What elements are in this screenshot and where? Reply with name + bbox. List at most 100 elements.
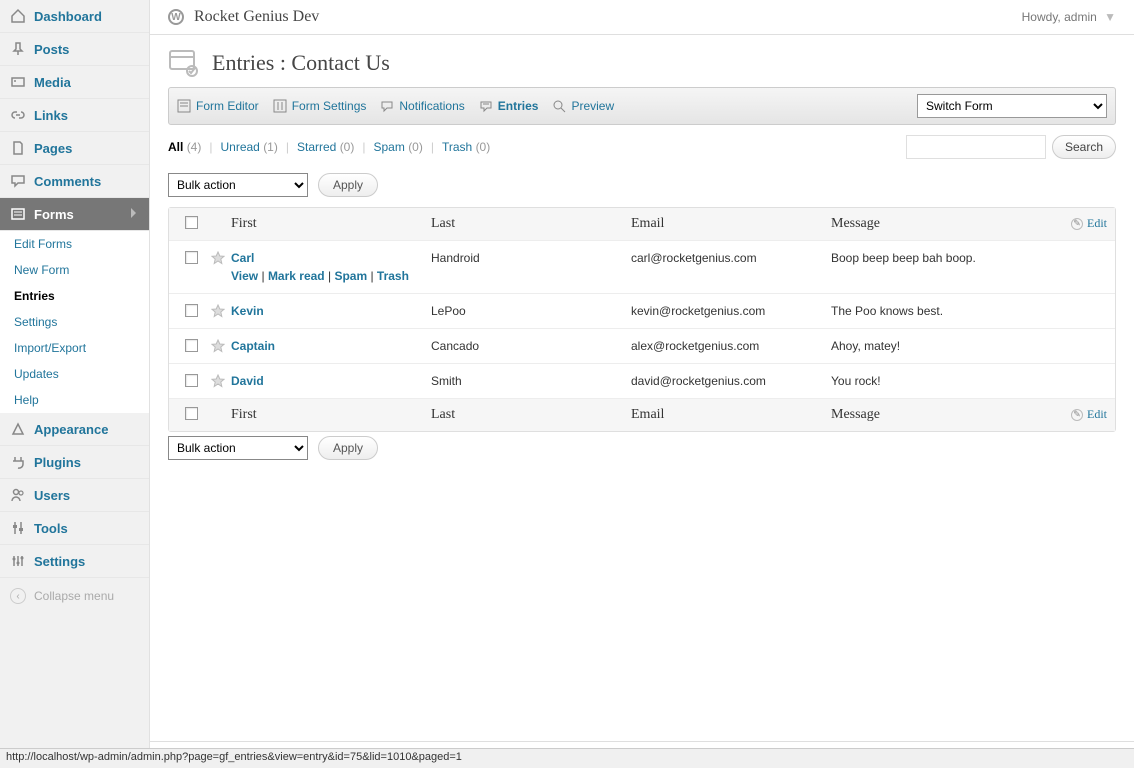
filter-unread[interactable]: Unread [220,140,259,154]
sidebar-subitem-updates[interactable]: Updates [0,361,149,387]
cell-first: Kevin [231,304,431,318]
toolbar-icon [273,99,287,113]
sidebar-subitem-edit-forms[interactable]: Edit Forms [0,231,149,257]
star-icon[interactable] [205,251,231,265]
sidebar-subitem-entries[interactable]: Entries [0,283,149,309]
cell-message: The Poo knows best. [831,304,1047,318]
sidebar-item-links[interactable]: Links [0,99,149,132]
sidebar-item-plugins[interactable]: Plugins [0,446,149,479]
sidebar-item-label: Users [34,488,70,503]
toolbar-form-editor[interactable]: Form Editor [177,99,259,113]
sidebar-item-users[interactable]: Users [0,479,149,512]
admin-sidebar: Dashboard Posts Media Links Pages Comments For… [0,0,150,768]
sidebar-item-forms[interactable]: Forms [0,198,149,231]
entry-first-link[interactable]: David [231,374,264,388]
toolbar-form-settings[interactable]: Form Settings [273,99,367,113]
sidebar-subitem-help[interactable]: Help [0,387,149,413]
sidebar-item-tools[interactable]: Tools [0,512,149,545]
cell-message: Boop beep beep bah boop. [831,251,1047,265]
howdy-greeting[interactable]: Howdy, admin ▼ [1022,10,1116,24]
sidebar-item-dashboard[interactable]: Dashboard [0,0,149,33]
toolbar-icon [479,99,493,113]
bulk-action-select[interactable]: Bulk action [168,173,308,197]
filter-all[interactable]: All [168,140,183,154]
site-title[interactable]: Rocket Genius Dev [194,8,319,26]
collapse-label: Collapse menu [34,589,114,603]
comment-icon [10,173,26,189]
table-row: CarlView | Mark read | Spam | TrashHandr… [169,240,1115,293]
col-email[interactable]: Email [631,407,831,423]
row-action-spam[interactable]: Spam [334,269,367,283]
toolbar-entries[interactable]: Entries [479,99,539,113]
settings-icon [10,553,26,569]
col-last[interactable]: Last [431,407,631,423]
filter-trash[interactable]: Trash [442,140,472,154]
filter-count: (0) [340,140,355,154]
bulk-action-select-bottom[interactable]: Bulk action [168,436,308,460]
page-heading: Entries : Contact Us [150,35,1134,87]
col-message[interactable]: Message [831,216,1047,232]
col-first[interactable]: First [231,407,431,423]
edit-columns-link[interactable]: Edit [1087,216,1107,231]
sidebar-subitem-import-export[interactable]: Import/Export [0,335,149,361]
chevron-left-icon: ‹ [10,588,26,604]
row-checkbox[interactable] [185,374,198,387]
sidebar-subitem-settings[interactable]: Settings [0,309,149,335]
edit-columns-link[interactable]: Edit [1087,407,1107,422]
sidebar-item-label: Media [34,75,71,90]
collapse-menu[interactable]: ‹ Collapse menu [0,578,149,614]
filter-count: (4) [187,140,202,154]
cell-first: Captain [231,339,431,353]
star-icon[interactable] [205,304,231,318]
sidebar-item-posts[interactable]: Posts [0,33,149,66]
sidebar-item-pages[interactable]: Pages [0,132,149,165]
sidebar-item-label: Posts [34,42,69,57]
sidebar-item-label: Comments [34,174,101,189]
row-action-mark-read[interactable]: Mark read [268,269,325,283]
entry-first-link[interactable]: Kevin [231,304,264,318]
row-checkbox[interactable] [185,251,198,264]
entry-first-link[interactable]: Carl [231,251,254,265]
entry-first-link[interactable]: Captain [231,339,275,353]
star-icon[interactable] [205,339,231,353]
col-message[interactable]: Message [831,407,1047,423]
bulk-row-bottom: Bulk action Apply [150,432,1134,470]
col-first[interactable]: First [231,216,431,232]
row-action-trash[interactable]: Trash [377,269,409,283]
col-email[interactable]: Email [631,216,831,232]
toolbar-notifications[interactable]: Notifications [380,99,464,113]
cell-last: Smith [431,374,631,388]
sidebar-subitem-new-form[interactable]: New Form [0,257,149,283]
filter-starred[interactable]: Starred [297,140,336,154]
sidebar-item-media[interactable]: Media [0,66,149,99]
sidebar-item-settings[interactable]: Settings [0,545,149,578]
sidebar-item-comments[interactable]: Comments [0,165,149,198]
home-icon [10,8,26,24]
apply-button-bottom[interactable]: Apply [318,436,378,460]
sidebar-item-label: Forms [34,207,74,222]
search-button[interactable]: Search [1052,135,1116,159]
switch-form-select[interactable]: Switch Form [917,94,1107,118]
chevron-down-icon: ▼ [1101,10,1116,24]
table-row: CaptainCancadoalex@rocketgenius.comAhoy,… [169,328,1115,363]
col-last[interactable]: Last [431,216,631,232]
cell-message: You rock! [831,374,1047,388]
star-icon[interactable] [205,374,231,388]
select-all-checkbox[interactable] [185,216,198,229]
cell-email: alex@rocketgenius.com [631,339,831,353]
row-checkbox[interactable] [185,339,198,352]
howdy-text: Howdy, admin [1022,10,1097,24]
select-all-checkbox[interactable] [185,407,198,420]
search-input[interactable] [906,135,1046,159]
link-icon [10,107,26,123]
row-action-view[interactable]: View [231,269,258,283]
bulk-row-top: Bulk action Apply [150,169,1134,207]
wordpress-logo-icon: W [168,9,184,25]
apply-button[interactable]: Apply [318,173,378,197]
toolbar-preview[interactable]: Preview [552,99,614,113]
row-checkbox[interactable] [185,304,198,317]
filter-spam[interactable]: Spam [373,140,404,154]
sidebar-item-label: Links [34,108,68,123]
pin-icon [10,41,26,57]
sidebar-item-appearance[interactable]: Appearance [0,413,149,446]
